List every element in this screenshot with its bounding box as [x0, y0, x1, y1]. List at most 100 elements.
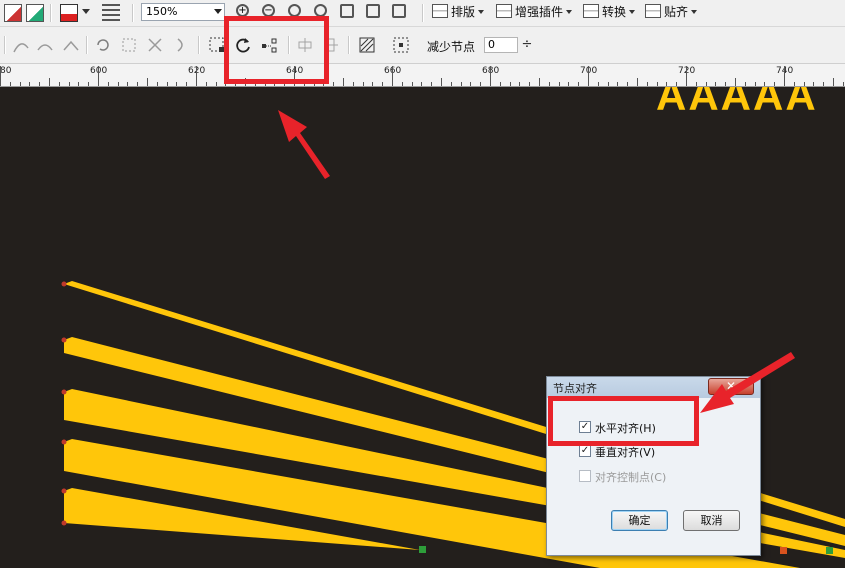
ruler-tick [578, 82, 580, 86]
ruler-tick [39, 82, 41, 86]
ruler-tick [431, 82, 433, 86]
toolbar-separator [198, 36, 200, 54]
ruler-tick [372, 82, 374, 86]
chevron-down-icon [478, 10, 485, 14]
selected-node-marker[interactable] [826, 547, 833, 554]
ruler-tick [813, 82, 815, 86]
reverse-direction-icon[interactable] [94, 36, 112, 54]
checkbox-align-control-points[interactable] [579, 470, 591, 482]
chevron-down-icon[interactable] [82, 9, 90, 14]
select-nodes-icon[interactable] [392, 36, 410, 54]
ruler-tick [686, 66, 687, 86]
spinner-icon[interactable]: ÷ [519, 37, 535, 53]
elastic-mode-icon[interactable] [358, 36, 376, 54]
ruler-tick [107, 82, 109, 86]
toolbar-separator [132, 4, 134, 22]
ruler-tick [607, 82, 609, 86]
symmetric-node-icon[interactable] [36, 36, 54, 54]
horizontal-ruler[interactable]: 80600620640660680700720740 [0, 64, 845, 87]
chevron-down-icon [629, 10, 636, 14]
selected-node-marker[interactable] [780, 547, 787, 554]
checkbox-label: 对齐控制点(C) [595, 471, 667, 484]
checkbox-vertical-align[interactable]: ✓ [579, 445, 591, 457]
ruler-tick [333, 82, 335, 86]
export-icon[interactable] [26, 4, 44, 22]
menu-plugins[interactable]: 增强插件 [496, 3, 573, 21]
chevron-down-icon [214, 9, 222, 14]
extend-curve-icon[interactable] [120, 36, 138, 54]
zoom-value: 150% [146, 5, 178, 18]
ruler-tick [823, 82, 825, 86]
highlight-box-checkbox [548, 396, 699, 446]
smooth-node-icon[interactable] [12, 36, 30, 54]
ruler-tick [176, 82, 178, 86]
ruler-tick [774, 82, 776, 86]
options-icon[interactable] [102, 4, 120, 22]
layout-icon [432, 4, 448, 18]
ruler-tick [78, 82, 80, 86]
ruler-tick [58, 82, 60, 86]
cancel-button[interactable]: 取消 [683, 510, 740, 531]
convert-icon [583, 4, 599, 18]
ruler-tick [529, 82, 531, 86]
zoom-level-select[interactable]: 150% [141, 3, 225, 21]
menu-snap[interactable]: 贴齐 [645, 3, 698, 21]
ruler-tick [803, 82, 805, 86]
close-button[interactable]: ✕ [708, 378, 754, 395]
ruler-tick [127, 82, 129, 86]
ruler-tick [764, 82, 766, 86]
menu-label: 贴齐 [664, 5, 689, 19]
ruler-tick [735, 78, 736, 86]
ok-button[interactable]: 确定 [611, 510, 668, 531]
color-mode-icon[interactable] [60, 4, 78, 22]
standard-toolbar: 150% + − 排版 增强插件 转换 贴齐 [0, 0, 845, 27]
join-nodes-icon[interactable] [172, 36, 190, 54]
ruler-tick [450, 82, 452, 86]
toolbar-separator [50, 4, 52, 22]
plugin-icon [496, 4, 512, 18]
selected-node-marker[interactable] [419, 546, 426, 553]
ruler-tick [666, 82, 668, 86]
ruler-tick [147, 78, 148, 86]
ruler-tick [49, 78, 50, 86]
ruler-tick [754, 82, 756, 86]
ruler-tick [793, 82, 795, 86]
toolbar-separator [348, 36, 350, 54]
ruler-tick [842, 82, 844, 86]
dialog-title: 节点对齐 [553, 382, 597, 395]
cusp-node-icon[interactable] [62, 36, 80, 54]
ruler-tick [382, 82, 384, 86]
ruler-tick [784, 66, 785, 86]
toolbar-separator [86, 36, 88, 54]
ruler-tick [676, 82, 678, 86]
ruler-tick [588, 66, 589, 86]
ruler-tick [627, 82, 629, 86]
ruler-tick [186, 82, 188, 86]
zoom-width-icon[interactable] [366, 4, 380, 18]
zoom-page-icon[interactable] [340, 4, 354, 18]
menu-layout[interactable]: 排版 [432, 3, 485, 21]
ruler-tick [88, 82, 90, 86]
ruler-tick [695, 82, 697, 86]
ruler-tick [421, 82, 423, 86]
ruler-tick [637, 78, 638, 86]
ruler-tick [539, 78, 540, 86]
ruler-tick [646, 82, 648, 86]
chevron-down-icon [566, 10, 573, 14]
ruler-tick [156, 82, 158, 86]
ruler-tick [401, 82, 403, 86]
ruler-tick [205, 82, 207, 86]
import-icon[interactable] [4, 4, 22, 22]
zoom-height-icon[interactable] [392, 4, 406, 18]
ruler-tick [558, 82, 560, 86]
menu-convert[interactable]: 转换 [583, 3, 636, 21]
ruler-tick [137, 82, 139, 86]
chevron-down-icon [691, 10, 698, 14]
reduce-nodes-input[interactable]: 0 [484, 37, 518, 53]
ruler-tick [499, 82, 501, 86]
ruler-tick [725, 82, 727, 86]
reduce-nodes-label: 减少节点 [427, 40, 476, 54]
break-curve-icon[interactable] [146, 36, 164, 54]
ruler-tick [480, 82, 482, 86]
canvas-text: AAAAA [656, 87, 818, 119]
